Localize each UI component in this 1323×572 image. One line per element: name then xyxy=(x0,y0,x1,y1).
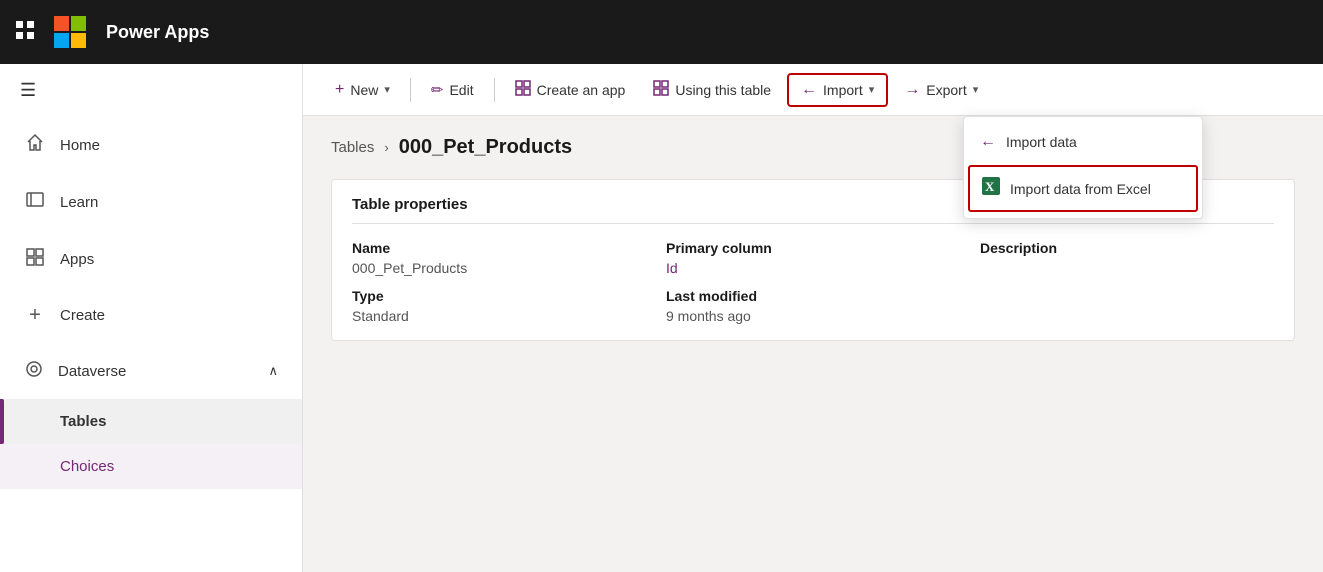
edit-label: Edit xyxy=(449,82,473,98)
topbar: Power Apps xyxy=(0,0,1323,64)
properties-grid: Name 000_Pet_Products Primary column Id … xyxy=(352,240,1274,324)
last-modified-value: 9 months ago xyxy=(666,308,960,324)
app-title: Power Apps xyxy=(106,22,209,43)
new-chevron-icon: ▾ xyxy=(384,83,390,96)
import-data-label: Import data xyxy=(1006,134,1077,150)
apps-label: Apps xyxy=(60,251,94,268)
export-button[interactable]: → Export ▾ xyxy=(892,75,990,105)
sidebar-item-home[interactable]: Home xyxy=(0,117,302,174)
sidebar-item-create[interactable]: + Create xyxy=(0,288,302,343)
name-column: Name 000_Pet_Products xyxy=(352,240,646,276)
export-chevron-icon: ▾ xyxy=(973,83,979,96)
import-excel-item[interactable]: X Import data from Excel xyxy=(968,165,1198,212)
using-table-button[interactable]: Using this table xyxy=(641,74,783,105)
create-app-button[interactable]: Create an app xyxy=(503,74,638,105)
using-table-icon xyxy=(653,80,669,99)
import-button[interactable]: ← Import ▾ xyxy=(787,73,888,107)
breadcrumb-current-table: 000_Pet_Products xyxy=(399,136,572,159)
last-modified-column: Last modified 9 months ago xyxy=(666,288,960,324)
dataverse-label: Dataverse xyxy=(58,363,126,380)
microsoft-logo xyxy=(54,16,86,48)
edit-icon: ✏ xyxy=(431,81,444,99)
type-column: Type Standard xyxy=(352,288,646,324)
dataverse-icon xyxy=(24,359,44,383)
content-area: + New ▾ ✏ Edit Create an app xyxy=(303,64,1323,572)
edit-button[interactable]: ✏ Edit xyxy=(419,75,486,105)
sidebar-item-apps[interactable]: Apps xyxy=(0,231,302,288)
sidebar-item-choices[interactable]: Choices xyxy=(0,444,302,489)
excel-icon: X xyxy=(982,177,1000,200)
import-data-item[interactable]: ← Import data xyxy=(964,121,1202,163)
type-label: Type xyxy=(352,288,646,304)
import-chevron-icon: ▾ xyxy=(869,83,875,96)
primary-column-column: Primary column Id xyxy=(666,240,960,276)
import-dropdown: ← Import data X Import data from Excel xyxy=(963,116,1203,219)
separator-2 xyxy=(494,78,495,102)
home-label: Home xyxy=(60,137,100,154)
new-label: New xyxy=(350,82,378,98)
separator-1 xyxy=(410,78,411,102)
primary-column-value: Id xyxy=(666,260,960,276)
hamburger-button[interactable]: ☰ xyxy=(0,64,302,117)
sidebar-item-learn[interactable]: Learn xyxy=(0,174,302,231)
using-table-label: Using this table xyxy=(675,82,771,98)
name-label: Name xyxy=(352,240,646,256)
sidebar-item-dataverse[interactable]: Dataverse ∧ xyxy=(0,343,302,399)
name-value: 000_Pet_Products xyxy=(352,260,646,276)
description-label: Description xyxy=(980,240,1274,256)
breadcrumb-tables-link[interactable]: Tables xyxy=(331,139,374,156)
import-excel-label: Import data from Excel xyxy=(1010,181,1151,197)
create-app-label: Create an app xyxy=(537,82,626,98)
apps-grid-icon[interactable] xyxy=(16,21,34,44)
export-icon: → xyxy=(904,81,920,99)
toolbar: + New ▾ ✏ Edit Create an app xyxy=(303,64,1323,116)
svg-text:X: X xyxy=(985,179,995,194)
create-label: Create xyxy=(60,307,105,324)
new-icon: + xyxy=(335,81,344,99)
description-column: Description xyxy=(980,240,1274,276)
apps-icon xyxy=(24,247,46,272)
home-icon xyxy=(24,133,46,158)
learn-label: Learn xyxy=(60,194,98,211)
tables-label: Tables xyxy=(60,413,106,430)
import-icon: ← xyxy=(801,81,817,99)
breadcrumb-chevron-icon: › xyxy=(384,140,388,155)
create-icon: + xyxy=(24,304,46,327)
new-button[interactable]: + New ▾ xyxy=(323,75,402,105)
sidebar-nav: Home Learn Apps xyxy=(0,117,302,572)
sidebar-sub-items: Tables Choices xyxy=(0,399,302,489)
import-data-icon: ← xyxy=(980,133,996,151)
dataverse-expand-icon: ∧ xyxy=(268,363,278,379)
import-label: Import xyxy=(823,82,863,98)
choices-label: Choices xyxy=(60,458,114,475)
sidebar-item-tables[interactable]: Tables xyxy=(0,399,302,444)
type-value: Standard xyxy=(352,308,646,324)
sidebar: ☰ Home Learn xyxy=(0,64,303,572)
learn-icon xyxy=(24,190,46,215)
hamburger-icon: ☰ xyxy=(20,80,36,100)
main-layout: ☰ Home Learn xyxy=(0,64,1323,572)
export-label: Export xyxy=(926,82,966,98)
last-modified-label: Last modified xyxy=(666,288,960,304)
create-app-icon xyxy=(515,80,531,99)
primary-column-label: Primary column xyxy=(666,240,960,256)
